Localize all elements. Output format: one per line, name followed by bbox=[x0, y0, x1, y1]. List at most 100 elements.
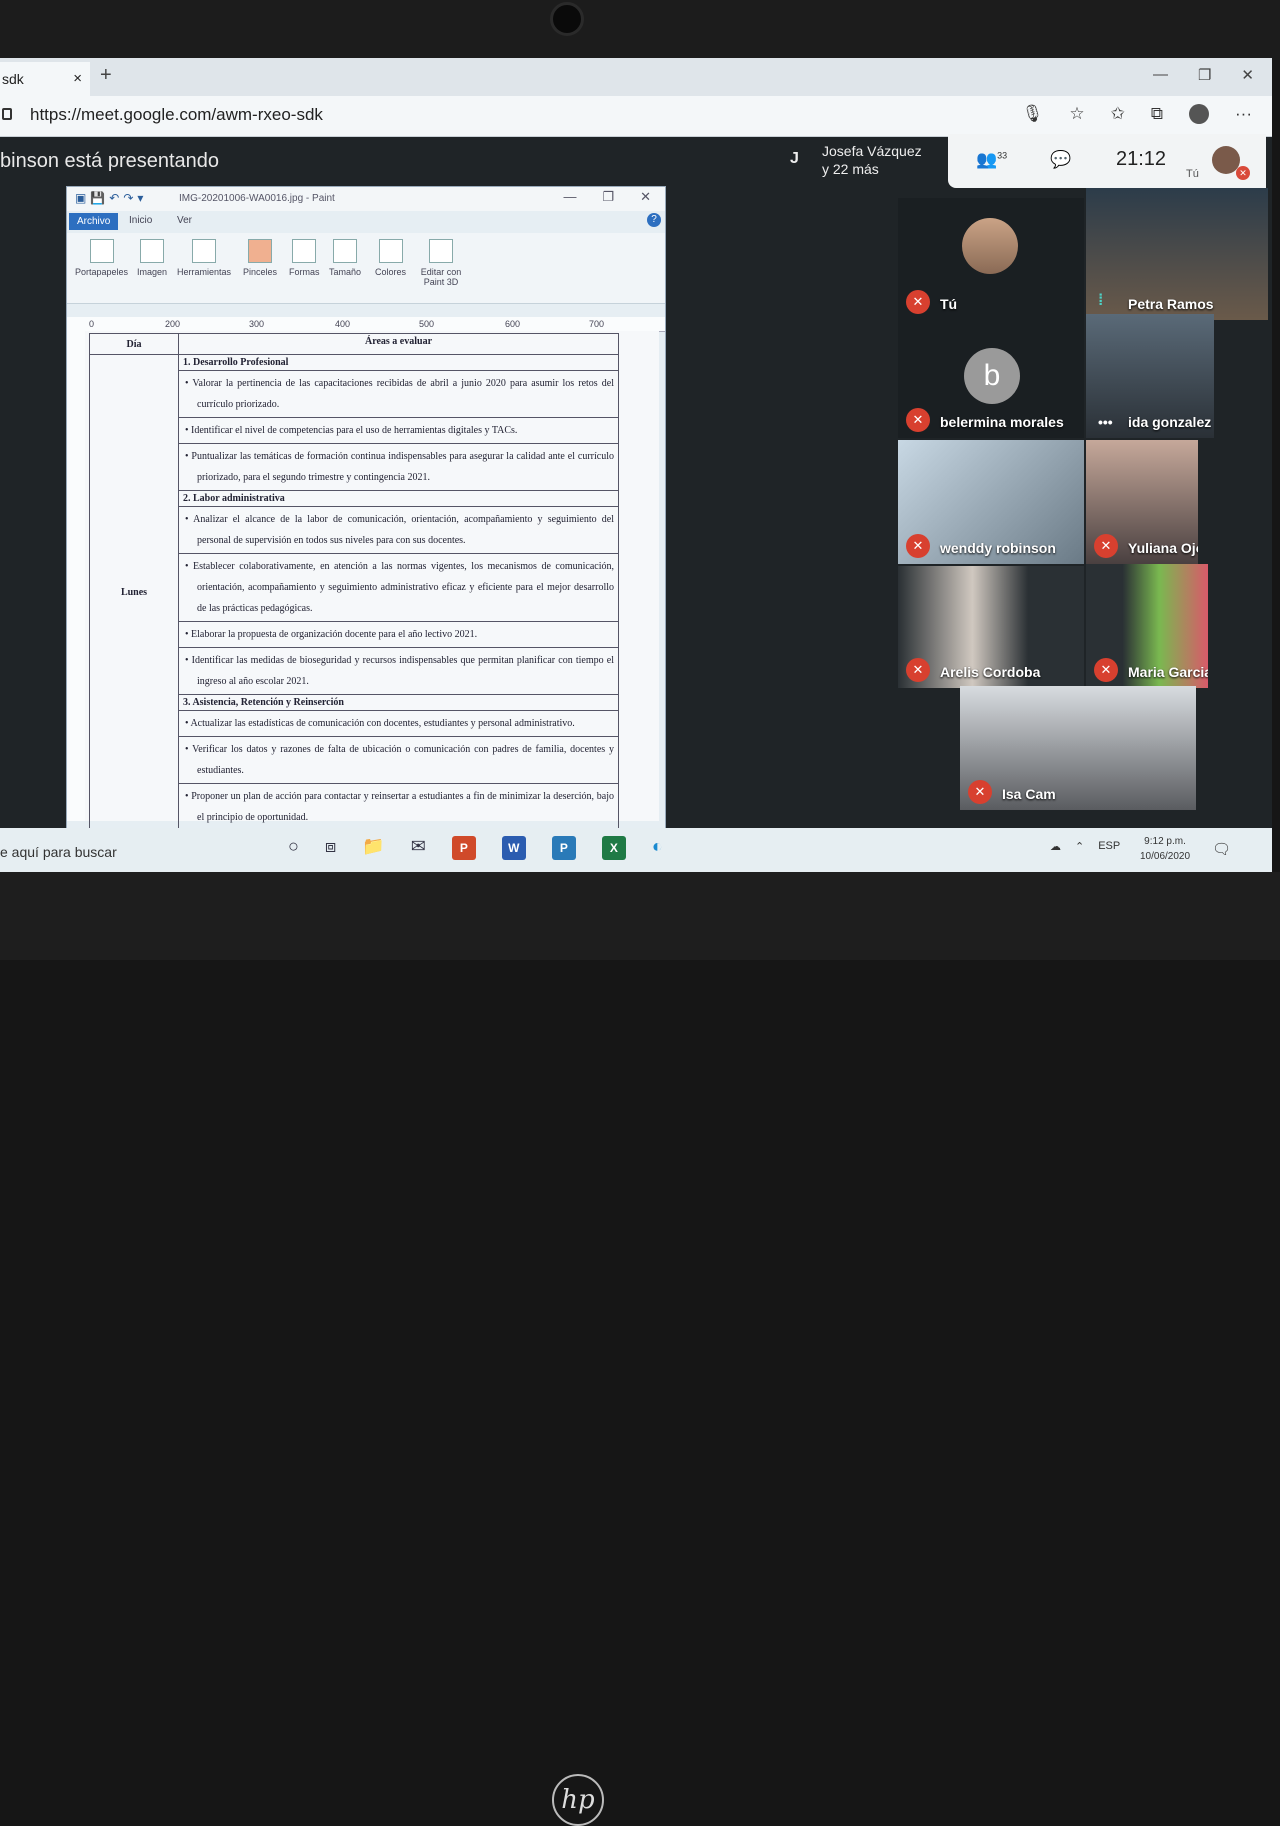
notifications-icon[interactable]: 🗨 bbox=[1212, 840, 1231, 858]
lock-icon[interactable] bbox=[2, 108, 12, 120]
people-icon: 👥 bbox=[976, 150, 998, 169]
mail-icon[interactable]: ✉ bbox=[411, 836, 426, 860]
participant-tile-name: Petra Ramos bbox=[1128, 296, 1214, 312]
powerpoint-icon[interactable]: P bbox=[451, 836, 476, 860]
address-bar-icons: 🎙 ☆ ✩ ⧉ ··· bbox=[1022, 104, 1252, 124]
mic-off-icon: ✕ bbox=[906, 658, 930, 682]
meet-top-bar: 👥33 💬 21:12 Tú ✕ bbox=[948, 134, 1266, 188]
participant-tile[interactable]: ✕ Isa Cam bbox=[960, 686, 1196, 810]
ribbon-paint3d[interactable]: Editar con Paint 3D bbox=[417, 237, 465, 287]
publisher-icon[interactable]: P bbox=[551, 836, 576, 860]
tab-close-icon[interactable]: × bbox=[73, 70, 82, 87]
participant-tile[interactable]: ✕ Maria Garcia bbox=[1086, 564, 1208, 688]
paint-ribbon-tabs: Archivo Inicio Ver ? bbox=[67, 211, 665, 233]
people-button[interactable]: 👥33 bbox=[976, 150, 1007, 170]
paint-window-title: IMG-20201006-WA0016.jpg - Paint bbox=[179, 193, 335, 204]
avatar bbox=[962, 218, 1018, 274]
list-item: Puntualizar las temáticas de formación c… bbox=[178, 443, 619, 491]
microphone-icon[interactable]: 🎙 bbox=[1022, 104, 1044, 124]
tab-inicio[interactable]: Inicio bbox=[129, 215, 152, 226]
browser-tab-bar: sdk × + — ❐ ✕ bbox=[0, 58, 1272, 96]
participant-tile-name: Yuliana Ojo P bbox=[1128, 540, 1198, 556]
ribbon-shapes[interactable]: Formas bbox=[289, 237, 320, 277]
edge-icon[interactable]: ◐ bbox=[652, 836, 663, 860]
show-hidden-icons-icon[interactable]: ⌃ bbox=[1075, 840, 1084, 853]
word-icon[interactable]: W bbox=[501, 836, 526, 860]
participant-tile[interactable]: ✕ wenddy robinson bbox=[898, 440, 1084, 564]
address-bar: https://meet.google.com/awm-rxeo-sdk 🎙 ☆… bbox=[0, 96, 1272, 137]
favorite-star-icon[interactable]: ☆ bbox=[1069, 104, 1084, 124]
taskbar-clock[interactable]: 9:12 p.m. 10/06/2020 bbox=[1140, 834, 1190, 864]
language-indicator[interactable]: ESP bbox=[1098, 840, 1120, 853]
browser-tab[interactable]: sdk × bbox=[0, 62, 90, 96]
file-explorer-icon[interactable]: 📁 bbox=[362, 836, 384, 860]
excel-icon[interactable]: X bbox=[601, 836, 626, 860]
mic-off-icon: ✕ bbox=[968, 780, 992, 804]
url-field[interactable]: https://meet.google.com/awm-rxeo-sdk bbox=[30, 105, 323, 125]
collections-icon[interactable]: ⧉ bbox=[1151, 104, 1163, 124]
participant-tile-name: Isa Cam bbox=[1002, 786, 1056, 802]
help-icon[interactable]: ? bbox=[647, 213, 661, 227]
participant-initial: J bbox=[790, 150, 799, 167]
ribbon-image[interactable]: Imagen bbox=[137, 237, 167, 277]
paint-close-button[interactable]: ✕ bbox=[640, 189, 651, 205]
participant-summary: J Josefa Vázquez y 22 más bbox=[770, 136, 950, 184]
hp-logo: hp bbox=[552, 1774, 604, 1826]
tab-ver[interactable]: Ver bbox=[177, 215, 192, 226]
ribbon-brushes[interactable]: Pinceles bbox=[243, 237, 277, 277]
participant-tile-name: Tú bbox=[940, 296, 958, 312]
paint-minimize-button[interactable]: — bbox=[563, 189, 576, 205]
list-item: Elaborar la propuesta de organización do… bbox=[178, 621, 619, 648]
tab-archivo[interactable]: Archivo bbox=[69, 213, 119, 230]
laptop-bezel-top bbox=[0, 0, 1280, 60]
taskbar-search-field[interactable]: e aquí para buscar bbox=[0, 844, 117, 860]
chat-icon[interactable]: 💬 bbox=[1050, 150, 1071, 170]
mic-off-icon: ✕ bbox=[906, 408, 930, 432]
paint3d-icon bbox=[429, 239, 453, 263]
tools-icon bbox=[192, 239, 217, 263]
participant-tile[interactable]: ✕ Tú bbox=[898, 198, 1084, 320]
participant-tile[interactable]: ✕ Yuliana Ojo P bbox=[1086, 440, 1198, 564]
more-menu-icon[interactable]: ··· bbox=[1235, 104, 1252, 124]
taskbar-apps: ○ ⧈ 📁 ✉ P W P X ◐ bbox=[288, 836, 663, 860]
participant-tile[interactable]: ⁞ Petra Ramos bbox=[1086, 188, 1268, 320]
close-window-button[interactable]: ✕ bbox=[1241, 66, 1254, 84]
ribbon-colors[interactable]: Colores bbox=[375, 237, 406, 277]
participant-tile-name: wenddy robinson bbox=[940, 540, 1056, 556]
horizontal-ruler: 0 200 300 400 500 600 700 bbox=[67, 317, 665, 332]
shapes-icon bbox=[292, 239, 317, 263]
paint-maximize-button[interactable]: ❐ bbox=[602, 189, 614, 205]
ribbon-clipboard[interactable]: Portapapeles bbox=[75, 237, 128, 277]
avatar: b bbox=[964, 348, 1020, 404]
minimize-button[interactable]: — bbox=[1153, 66, 1168, 84]
profile-icon[interactable] bbox=[1189, 104, 1210, 124]
participant-name: Josefa Vázquez bbox=[822, 143, 922, 159]
webcam bbox=[550, 2, 584, 36]
ribbon-size[interactable]: Tamaño bbox=[329, 237, 361, 277]
people-count: 33 bbox=[997, 150, 1008, 161]
list-item: Valorar la pertinencia de las capacitaci… bbox=[178, 370, 619, 418]
participant-tile[interactable]: b ✕ belermina morales bbox=[898, 320, 1084, 438]
cortana-icon[interactable]: ○ bbox=[288, 836, 299, 860]
maximize-button[interactable]: ❐ bbox=[1198, 66, 1211, 84]
new-tab-button[interactable]: + bbox=[100, 64, 112, 87]
favorites-list-icon[interactable]: ✩ bbox=[1111, 104, 1125, 124]
size-icon bbox=[333, 239, 358, 263]
list-item: Proponer un plan de acción para contacta… bbox=[178, 783, 619, 831]
task-view-icon[interactable]: ⧈ bbox=[325, 836, 336, 860]
participant-tile[interactable]: ✕ Arelis Cordoba bbox=[898, 566, 1084, 688]
participant-tile[interactable]: ••• ida gonzalez bbox=[1086, 314, 1214, 438]
paint-title-bar: ▣💾↶↷▾ IMG-20201006-WA0016.jpg - Paint — … bbox=[67, 187, 665, 211]
tab-title: sdk bbox=[2, 71, 24, 87]
section-title: 3. Asistencia, Retención y Reinserción bbox=[178, 694, 619, 711]
quick-access-toolbar[interactable]: ▣💾↶↷▾ bbox=[75, 191, 147, 205]
paint-canvas[interactable]: Día Áreas a evaluar Lunes 1. Desarrollo … bbox=[85, 331, 659, 831]
ribbon-tools[interactable]: Herramientas bbox=[177, 237, 231, 277]
vertical-ruler bbox=[67, 331, 86, 821]
more-options-icon[interactable]: ••• bbox=[1098, 414, 1113, 430]
participant-tile-name: ida gonzalez bbox=[1128, 414, 1212, 430]
speaking-indicator-icon: ⁞ bbox=[1098, 292, 1104, 309]
onedrive-icon[interactable]: ☁ bbox=[1050, 840, 1061, 853]
windows-taskbar: e aquí para buscar ○ ⧈ 📁 ✉ P W P X ◐ ☁ ⌃… bbox=[0, 828, 1272, 872]
list-item: Identificar el nivel de competencias par… bbox=[178, 417, 619, 444]
